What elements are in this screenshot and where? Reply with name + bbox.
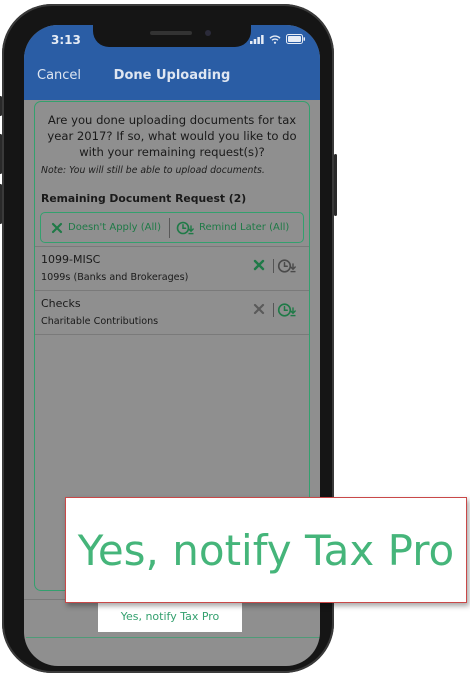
- notch: [93, 25, 251, 47]
- zoom-callout: Yes, notify Tax Pro: [65, 497, 467, 603]
- remind-later-all-label: Remind Later (All): [199, 222, 290, 233]
- volume-down-button: [0, 184, 2, 224]
- clock-download-icon: [176, 221, 194, 234]
- row-divider: [273, 259, 274, 273]
- speaker: [150, 31, 192, 35]
- front-camera: [205, 30, 211, 36]
- remind-later-button[interactable]: [277, 301, 301, 319]
- request-title: 1099-MISC: [41, 253, 101, 266]
- signal-icon: [250, 34, 264, 44]
- notify-tax-pro-callout-label[interactable]: Yes, notify Tax Pro: [78, 526, 454, 575]
- row-divider: [273, 303, 274, 317]
- request-list: 1099-MISC 1099s (Banks and Brokerages) C…: [35, 246, 309, 335]
- x-icon: [253, 259, 265, 271]
- list-item: Checks Charitable Contributions: [35, 290, 309, 335]
- remind-later-button[interactable]: [277, 257, 301, 275]
- x-icon: [253, 303, 265, 315]
- doesnt-apply-all-label: Doesn't Apply (All): [68, 222, 161, 233]
- mute-switch: [0, 96, 2, 116]
- doesnt-apply-button[interactable]: [251, 301, 267, 317]
- request-subtitle: 1099s (Banks and Brokerages): [41, 272, 189, 283]
- power-button: [334, 154, 337, 216]
- volume-up-button: [0, 134, 2, 174]
- notify-tax-pro-button[interactable]: Yes, notify Tax Pro: [98, 601, 242, 632]
- remaining-requests-header: Remaining Document Request (2): [41, 192, 247, 205]
- wifi-icon: [269, 34, 281, 44]
- clock-download-icon: [277, 259, 296, 273]
- clock-download-icon: [277, 303, 296, 317]
- doesnt-apply-all-button[interactable]: Doesn't Apply (All): [41, 213, 169, 242]
- battery-icon: [286, 34, 305, 44]
- bulk-action-bar: Doesn't Apply (All) Remind Later (All): [40, 212, 304, 243]
- page-title: Done Uploading: [113, 68, 231, 83]
- navigation-bar: 3:13 Cancel Done Uploading: [24, 25, 320, 100]
- x-icon: [51, 222, 63, 233]
- upload-note: Note: You will still be able to upload d…: [41, 165, 265, 176]
- list-item: 1099-MISC 1099s (Banks and Brokerages): [35, 246, 309, 290]
- request-title: Checks: [41, 297, 81, 310]
- request-subtitle: Charitable Contributions: [41, 316, 159, 327]
- status-icons: [250, 34, 306, 44]
- done-uploading-question: Are you done uploading documents for tax…: [47, 113, 297, 159]
- status-time: 3:13: [51, 33, 81, 47]
- doesnt-apply-button[interactable]: [251, 257, 267, 273]
- remind-later-all-button[interactable]: Remind Later (All): [170, 213, 289, 242]
- home-indicator-line: [26, 637, 320, 638]
